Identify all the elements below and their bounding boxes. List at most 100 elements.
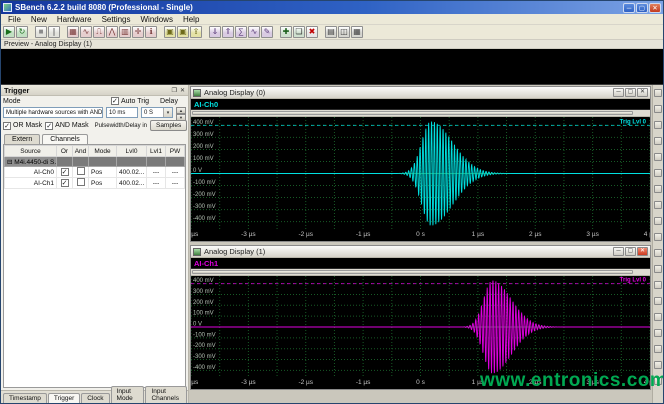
- scrollbar-thumb[interactable]: [192, 270, 633, 274]
- table-row[interactable]: AI-Ch1✓Pos400.02...------: [5, 178, 185, 189]
- display-tool-button[interactable]: [654, 121, 662, 129]
- trigger-panel-header[interactable]: Trigger ❐ ✕: [1, 85, 188, 96]
- display-tool-button[interactable]: [654, 137, 662, 145]
- column-header-lvl1[interactable]: Lvl1: [147, 146, 166, 157]
- tab-trigger[interactable]: Trigger: [48, 393, 80, 403]
- calculation-icon[interactable]: ∑: [235, 26, 247, 38]
- export-icon[interactable]: ⇪: [190, 26, 202, 38]
- analog-display-icon[interactable]: ∿: [80, 26, 92, 38]
- source-cell[interactable]: AI-Ch1: [5, 178, 57, 189]
- cascade-windows-icon[interactable]: ▤: [325, 26, 337, 38]
- copy-channel-icon[interactable]: ❏: [293, 26, 305, 38]
- tile-windows-icon[interactable]: ◫: [338, 26, 350, 38]
- display-tool-button[interactable]: [654, 329, 662, 337]
- menu-help[interactable]: Help: [178, 15, 204, 24]
- menu-new[interactable]: New: [26, 15, 52, 24]
- display-tool-button[interactable]: [654, 377, 662, 385]
- delete-channel-icon[interactable]: ✖: [306, 26, 318, 38]
- float-panel-icon[interactable]: ❐: [172, 87, 177, 94]
- lvl1-cell[interactable]: ---: [147, 167, 166, 178]
- display-tool-button[interactable]: [654, 361, 662, 369]
- menu-settings[interactable]: Settings: [97, 15, 136, 24]
- display-tool-button[interactable]: [654, 233, 662, 241]
- scrollbar-thumb[interactable]: [192, 111, 633, 115]
- maximize-button[interactable]: ▢: [625, 247, 636, 256]
- add-channel-icon[interactable]: ✚: [280, 26, 292, 38]
- delay-value-select[interactable]: 0 S ▾: [141, 107, 173, 118]
- tab-input-channels[interactable]: Input Channels: [145, 386, 187, 403]
- pause-icon[interactable]: ∥: [48, 26, 60, 38]
- edit-icon[interactable]: ✎: [261, 26, 273, 38]
- column-header-lvl0[interactable]: Lvl0: [117, 146, 147, 157]
- display-tool-button[interactable]: [654, 185, 662, 193]
- and-checkbox[interactable]: [77, 167, 85, 175]
- signal-generator-icon[interactable]: ∿: [248, 26, 260, 38]
- samples-button[interactable]: Samples: [150, 120, 187, 131]
- tab-timestamp[interactable]: Timestamp: [3, 393, 47, 403]
- menu-windows[interactable]: Windows: [136, 15, 178, 24]
- table-row[interactable]: AI-Ch0✓Pos400.02...------: [5, 167, 185, 178]
- horizontal-scrollbar[interactable]: [191, 269, 650, 276]
- stop-icon[interactable]: ■: [35, 26, 47, 38]
- restart-icon[interactable]: ↻: [16, 26, 28, 38]
- menu-file[interactable]: File: [3, 15, 26, 24]
- lvl0-cell[interactable]: 400.02...: [117, 167, 147, 178]
- minimize-button[interactable]: ─: [623, 3, 635, 13]
- display-tool-button[interactable]: [654, 265, 662, 273]
- import-data-icon[interactable]: ⇓: [209, 26, 221, 38]
- display-tool-button[interactable]: [654, 89, 662, 97]
- tab-clock[interactable]: Clock: [81, 393, 109, 403]
- trigger-tab-channels[interactable]: Channels: [42, 134, 88, 144]
- card-group-label[interactable]: ⊟ M4i.4450-di S...: [5, 157, 57, 167]
- run-icon[interactable]: ▶: [3, 26, 15, 38]
- menu-hardware[interactable]: Hardware: [52, 15, 97, 24]
- card-group-row[interactable]: ⊟ M4i.4450-di S...: [5, 157, 185, 167]
- export-data-icon[interactable]: ⇑: [222, 26, 234, 38]
- new-display-icon[interactable]: ▦: [67, 26, 79, 38]
- column-header-mode[interactable]: Mode: [89, 146, 117, 157]
- or-checkbox[interactable]: ✓: [61, 179, 69, 187]
- analog-chart-1[interactable]: 400 mV300 mV200 mV100 mV0 V-100 mV-200 m…: [191, 276, 650, 378]
- column-header-or[interactable]: Or: [57, 146, 73, 157]
- maximize-button[interactable]: ▢: [625, 88, 636, 97]
- close-button[interactable]: ✕: [637, 247, 648, 256]
- display-tool-button[interactable]: [654, 345, 662, 353]
- and-mask-checkbox[interactable]: ✓: [45, 122, 53, 130]
- maximize-button[interactable]: ▢: [636, 3, 648, 13]
- mode-cell[interactable]: Pos: [89, 178, 117, 189]
- close-panel-icon[interactable]: ✕: [180, 87, 185, 94]
- trigger-tab-extern[interactable]: Extern: [4, 134, 40, 144]
- display-tool-button[interactable]: [654, 281, 662, 289]
- close-button[interactable]: ✕: [649, 3, 661, 13]
- display-tool-button[interactable]: [654, 249, 662, 257]
- analog-chart-0[interactable]: 400 mV300 mV200 mV100 mV0 V-100 mV-200 m…: [191, 117, 650, 230]
- auto-trig-checkbox[interactable]: ✓: [111, 97, 119, 105]
- xy-display-icon[interactable]: ✛: [132, 26, 144, 38]
- lvl0-cell[interactable]: 400.02...: [117, 178, 147, 189]
- tab-input-mode[interactable]: Input Mode: [111, 386, 145, 403]
- horizontal-scrollbar[interactable]: [191, 110, 650, 117]
- lvl1-cell[interactable]: ---: [147, 178, 166, 189]
- display-tool-button[interactable]: [654, 217, 662, 225]
- close-button[interactable]: ✕: [637, 88, 648, 97]
- preview-area[interactable]: [1, 49, 663, 85]
- minimize-button[interactable]: ─: [613, 88, 624, 97]
- pw-cell[interactable]: ---: [166, 178, 185, 189]
- display-tool-button[interactable]: [654, 169, 662, 177]
- histogram-display-icon[interactable]: ▥: [119, 26, 131, 38]
- info-display-icon[interactable]: ℹ: [145, 26, 157, 38]
- mode-cell[interactable]: Pos: [89, 167, 117, 178]
- spin-up-icon[interactable]: ▲: [176, 107, 186, 114]
- or-checkbox[interactable]: ✓: [61, 168, 69, 176]
- auto-trig-timeout-select[interactable]: 10 ms: [106, 107, 138, 118]
- display-tool-button[interactable]: [654, 153, 662, 161]
- digital-display-icon[interactable]: ⎍: [93, 26, 105, 38]
- save-all-icon[interactable]: ▣: [177, 26, 189, 38]
- column-header-source[interactable]: Source: [5, 146, 57, 157]
- display-tool-button[interactable]: [654, 313, 662, 321]
- column-header-and[interactable]: And: [73, 146, 89, 157]
- spectrum-display-icon[interactable]: ⋀: [106, 26, 118, 38]
- pw-cell[interactable]: ---: [166, 167, 185, 178]
- minimize-button[interactable]: ─: [613, 247, 624, 256]
- column-header-pw[interactable]: PW: [166, 146, 185, 157]
